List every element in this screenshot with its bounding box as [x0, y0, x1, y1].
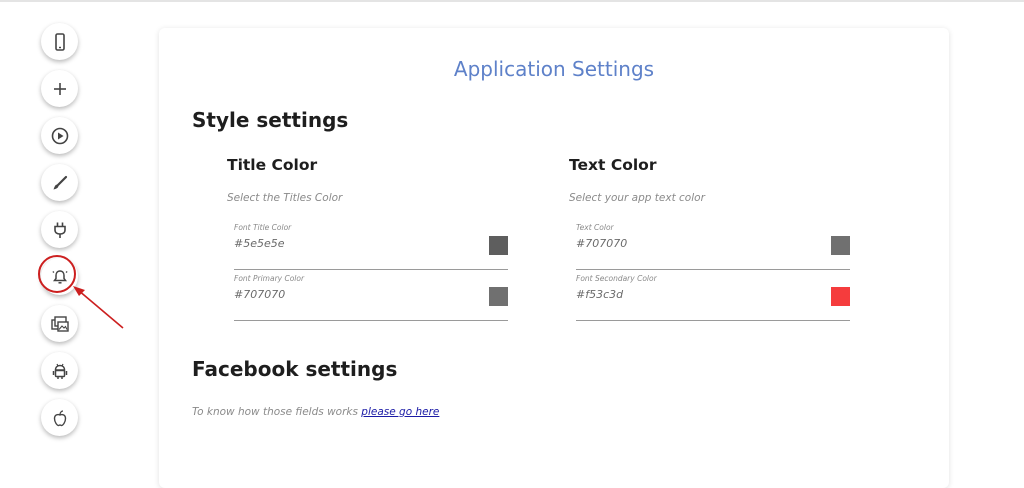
field-value[interactable]: #5e5e5e	[234, 237, 285, 250]
font-secondary-color-field[interactable]: Font Secondary Color #f53c3d	[576, 274, 850, 321]
apple-icon	[53, 409, 66, 426]
top-divider	[0, 0, 1024, 2]
color-swatch[interactable]	[489, 236, 508, 255]
page-title: Application Settings	[453, 57, 655, 81]
android-icon	[52, 363, 67, 379]
field-label: Font Secondary Color	[576, 274, 657, 283]
android-button[interactable]	[41, 352, 78, 389]
ios-button[interactable]	[41, 399, 78, 436]
facebook-help-link[interactable]: please go here	[361, 406, 439, 418]
icon-sidebar	[0, 0, 120, 468]
play-icon	[51, 127, 68, 144]
field-label: Text Color	[576, 223, 614, 232]
plus-icon	[53, 82, 66, 95]
style-settings-heading: Style settings	[192, 108, 349, 132]
facebook-settings-heading: Facebook settings	[192, 357, 398, 381]
font-primary-color-field[interactable]: Font Primary Color #707070	[234, 274, 508, 321]
color-swatch[interactable]	[831, 287, 850, 306]
field-label: Font Primary Color	[234, 274, 305, 283]
mobile-icon	[54, 32, 65, 51]
title-color-heading: Title Color	[227, 156, 318, 174]
font-title-color-field[interactable]: Font Title Color #5e5e5e	[234, 223, 508, 270]
color-swatch[interactable]	[489, 287, 508, 306]
title-color-subtitle: Select the Titles Color	[227, 192, 343, 204]
plug-icon	[53, 222, 66, 238]
field-label: Font Title Color	[234, 223, 292, 232]
style-button[interactable]	[41, 164, 78, 201]
color-swatch[interactable]	[831, 236, 850, 255]
add-button[interactable]	[41, 70, 78, 107]
text-color-subtitle: Select your app text color	[569, 192, 705, 204]
text-color-field[interactable]: Text Color #707070	[576, 223, 850, 270]
text-color-heading: Text Color	[569, 156, 657, 174]
settings-card: Application Settings Style settings Titl…	[159, 28, 949, 488]
annotation-arrow-icon	[73, 286, 124, 329]
brush-icon	[53, 175, 67, 189]
field-value[interactable]: #707070	[234, 288, 285, 301]
field-value[interactable]: #707070	[576, 237, 627, 250]
plugins-button[interactable]	[41, 211, 78, 248]
facebook-help-text: To know how those fields works please go…	[192, 406, 439, 418]
field-value[interactable]: #f53c3d	[576, 288, 623, 301]
play-button[interactable]	[41, 117, 78, 154]
mobile-preview-button[interactable]	[41, 23, 78, 60]
images-icon	[50, 315, 69, 332]
facebook-help-note: To know how those fields works	[192, 406, 358, 418]
